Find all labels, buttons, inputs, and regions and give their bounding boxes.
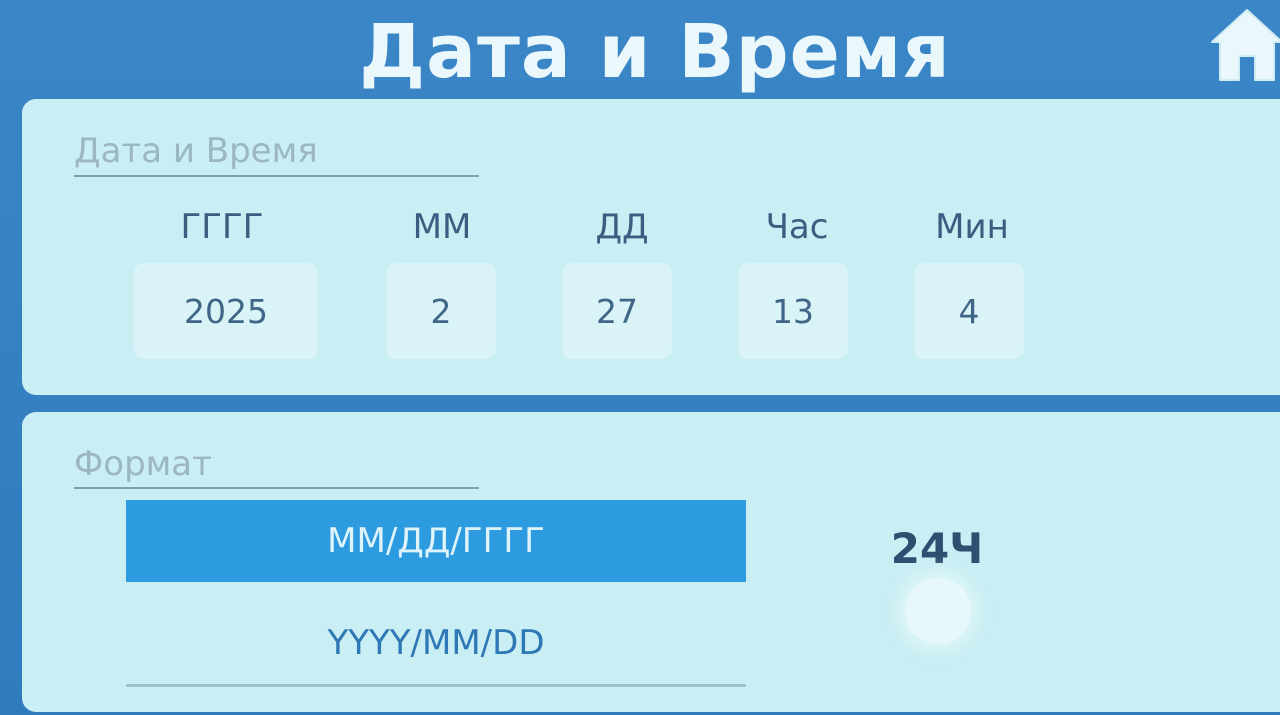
home-icon[interactable]	[1208, 4, 1280, 84]
section-title-date-time: Дата и Время	[74, 131, 318, 171]
hour-label: Час	[765, 207, 829, 247]
minute-label: Мин	[935, 207, 1009, 247]
page-title: Дата и Время	[359, 9, 951, 95]
year-label: ГГГГ	[180, 207, 264, 247]
section-title-format: Формат	[74, 444, 212, 484]
section-divider	[74, 487, 479, 489]
format-option-mm-dd-yyyy[interactable]: ММ/ДД/ГГГГ	[126, 500, 746, 582]
date-time-screen: Дата и Время Дата и Время ГГГГ ММ ДД Час…	[0, 0, 1280, 715]
month-input[interactable]: 2	[386, 263, 496, 359]
day-input[interactable]: 27	[562, 263, 672, 359]
format-card: Формат ММ/ДД/ГГГГ YYYY/MM/DD 24Ч	[22, 412, 1280, 712]
clock-format-toggle[interactable]	[905, 578, 971, 644]
format-option-yyyy-mm-dd[interactable]: YYYY/MM/DD	[126, 602, 746, 684]
year-input[interactable]: 2025	[134, 263, 318, 359]
month-label: ММ	[412, 207, 472, 247]
section-divider	[74, 175, 479, 177]
minute-input[interactable]: 4	[914, 263, 1024, 359]
clock-format-label: 24Ч	[890, 524, 984, 573]
hour-input[interactable]: 13	[738, 263, 848, 359]
date-time-card: Дата и Время ГГГГ ММ ДД Час Мин 2025 2 2…	[22, 99, 1280, 395]
day-label: ДД	[595, 207, 649, 247]
format-list-divider	[126, 684, 746, 687]
